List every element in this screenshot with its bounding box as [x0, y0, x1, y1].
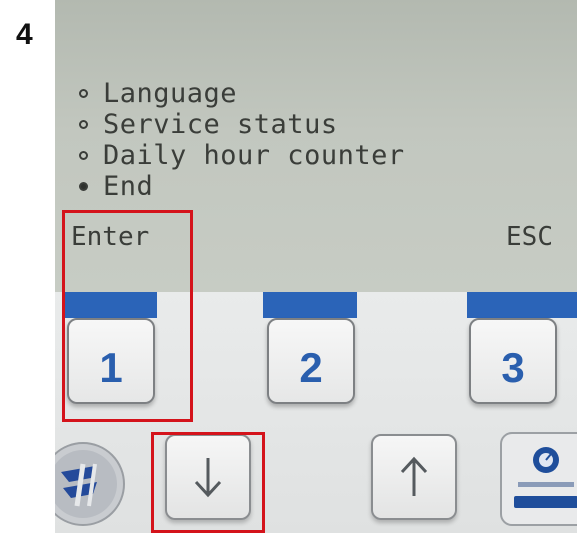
- menu-item-service-status[interactable]: Service status: [79, 109, 405, 140]
- highlight-enter-key-1: [62, 210, 193, 422]
- brand-logo-icon: [500, 432, 577, 526]
- radio-bullet-icon: [79, 120, 88, 129]
- radio-bullet-icon: [79, 89, 88, 98]
- lcd-menu: Language Service status Daily hour count…: [79, 78, 405, 202]
- function-key-2[interactable]: 2: [267, 318, 355, 404]
- menu-item-end[interactable]: End: [79, 171, 405, 202]
- up-arrow-icon: [400, 456, 428, 496]
- step-number: 4: [16, 18, 33, 51]
- key-3-blue-strip: [467, 292, 577, 318]
- radio-bullet-icon: [79, 151, 88, 160]
- selected-bullet-icon: [79, 182, 88, 191]
- key-2-blue-strip: [263, 292, 357, 318]
- menu-item-label: Language: [103, 78, 238, 109]
- menu-item-daily-hour-counter[interactable]: Daily hour counter: [79, 140, 405, 171]
- highlight-down-arrow-key: [151, 432, 265, 533]
- manufacturer-logo-icon: [55, 442, 125, 526]
- key-number: 3: [501, 344, 525, 391]
- menu-item-language[interactable]: Language: [79, 78, 405, 109]
- menu-item-label: Daily hour counter: [103, 140, 405, 171]
- up-arrow-key[interactable]: [371, 434, 457, 520]
- menu-item-label: End: [103, 171, 154, 202]
- function-key-3[interactable]: 3: [469, 318, 557, 404]
- control-panel-photo: Language Service status Daily hour count…: [55, 0, 577, 533]
- softkey-esc-label: ESC: [506, 222, 553, 252]
- menu-item-label: Service status: [103, 109, 338, 140]
- key-number: 2: [299, 344, 323, 391]
